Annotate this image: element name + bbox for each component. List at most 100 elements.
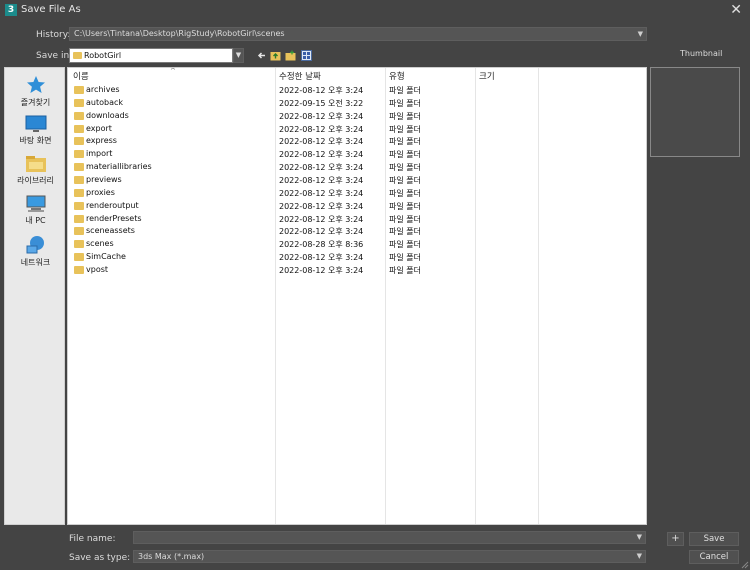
place-label: 내 PC xyxy=(25,216,46,225)
column-header-label: 이름 xyxy=(73,72,89,82)
table-row[interactable]: SimCache 2022-08-12 오후 3:24 파일 폴더 xyxy=(68,251,646,264)
folder-icon xyxy=(74,163,84,172)
file-date-cell: 2022-08-12 오후 3:24 xyxy=(279,188,364,198)
place-network[interactable]: 네트워크 xyxy=(5,235,66,268)
folder-icon xyxy=(74,98,84,107)
file-name-cell: sceneassets xyxy=(86,226,135,236)
back-arrow-icon[interactable] xyxy=(256,50,267,61)
table-row[interactable]: downloads 2022-08-12 오후 3:24 파일 폴더 xyxy=(68,110,646,123)
table-row[interactable]: autoback 2022-09-15 오전 3:22 파일 폴더 xyxy=(68,97,646,110)
chevron-down-icon: ▼ xyxy=(637,30,643,38)
place-favorites[interactable]: 즐겨찾기 xyxy=(5,75,66,108)
file-name-cell: SimCache xyxy=(86,252,126,262)
file-type-cell: 파일 폴더 xyxy=(389,98,421,108)
chevron-down-icon: ▼ xyxy=(636,533,642,541)
place-label: 바탕 화면 xyxy=(19,136,52,145)
file-type-cell: 파일 폴더 xyxy=(389,253,421,263)
file-type-cell: 파일 폴더 xyxy=(389,111,421,121)
file-name-cell: proxies xyxy=(86,187,115,197)
history-label: History: xyxy=(36,30,71,40)
file-date-cell: 2022-09-15 오전 3:22 xyxy=(279,98,364,108)
new-folder-icon[interactable] xyxy=(285,50,296,61)
up-folder-icon[interactable] xyxy=(270,50,281,61)
resize-grip-icon[interactable] xyxy=(741,561,749,569)
place-label: 네트워크 xyxy=(20,258,51,267)
file-type-cell: 파일 폴더 xyxy=(389,137,421,147)
save-as-type-label: Save as type: xyxy=(69,553,131,563)
file-date-cell: 2022-08-12 오후 3:24 xyxy=(279,163,364,173)
file-type-cell: 파일 폴더 xyxy=(389,188,421,198)
file-type-cell: 파일 폴더 xyxy=(389,214,421,224)
save-as-type-value: 3ds Max (*.max) xyxy=(138,552,205,561)
file-type-cell: 파일 폴더 xyxy=(389,201,421,211)
table-row[interactable]: vpost 2022-08-12 오후 3:24 파일 폴더 xyxy=(68,264,646,277)
star-icon xyxy=(26,76,45,93)
folder-icon xyxy=(74,227,84,236)
folder-icon xyxy=(74,137,84,146)
file-name-cell: export xyxy=(86,123,112,133)
table-row[interactable]: scenes 2022-08-28 오후 8:36 파일 폴더 xyxy=(68,238,646,251)
file-name-cell: scenes xyxy=(86,239,114,249)
table-row[interactable]: import 2022-08-12 오후 3:24 파일 폴더 xyxy=(68,148,646,161)
file-list: 이름 ^ 수정한 날짜 유형 크기 archives 2022-08-12 오후 … xyxy=(67,67,647,525)
file-type-cell: 파일 폴더 xyxy=(389,150,421,160)
file-name-cell: import xyxy=(86,149,113,159)
table-row[interactable]: renderoutput 2022-08-12 오후 3:24 파일 폴더 xyxy=(68,200,646,213)
table-row[interactable]: proxies 2022-08-12 오후 3:24 파일 폴더 xyxy=(68,187,646,200)
file-date-cell: 2022-08-12 오후 3:24 xyxy=(279,227,364,237)
plus-button[interactable]: + xyxy=(667,532,684,546)
file-date-cell: 2022-08-12 오후 3:24 xyxy=(279,86,364,95)
thumbnail-preview xyxy=(650,67,740,157)
folder-icon xyxy=(74,253,84,262)
folder-icon xyxy=(74,150,84,159)
history-value: C:\Users\Tintana\Desktop\RigStudy\RobotG… xyxy=(74,29,285,38)
file-type-cell: 파일 폴더 xyxy=(389,227,421,237)
table-row[interactable]: sceneassets 2022-08-12 오후 3:24 파일 폴더 xyxy=(68,225,646,238)
file-name-label: File name: xyxy=(69,534,116,544)
file-date-cell: 2022-08-12 오후 3:24 xyxy=(279,265,364,275)
save-button[interactable]: Save xyxy=(689,532,739,546)
folder-icon xyxy=(74,265,84,274)
place-desktop[interactable]: 바탕 화면 xyxy=(5,115,66,146)
table-row[interactable]: materiallibraries 2022-08-12 오후 3:24 파일 폴더 xyxy=(68,161,646,174)
table-row[interactable]: express 2022-08-12 오후 3:24 파일 폴더 xyxy=(68,135,646,148)
file-type-cell: 파일 폴더 xyxy=(389,86,421,95)
save-in-chevron-down-icon[interactable]: ▼ xyxy=(233,48,244,63)
file-date-cell: 2022-08-12 오후 3:24 xyxy=(279,137,364,147)
file-type-cell: 파일 폴더 xyxy=(389,124,421,134)
file-name-cell: renderPresets xyxy=(86,213,142,223)
file-name-cell: vpost xyxy=(86,264,109,274)
file-name-cell: previews xyxy=(86,174,122,184)
file-date-cell: 2022-08-12 오후 3:24 xyxy=(279,253,364,263)
folder-icon xyxy=(74,111,84,120)
cancel-button[interactable]: Cancel xyxy=(689,550,739,564)
folder-icon xyxy=(74,188,84,197)
file-name-input[interactable]: ▼ xyxy=(133,531,646,544)
file-date-cell: 2022-08-12 오후 3:24 xyxy=(279,214,364,224)
save-in-value: RobotGirl xyxy=(84,51,122,60)
file-date-cell: 2022-08-28 오후 8:36 xyxy=(279,240,364,250)
save-in-label: Save in: xyxy=(36,51,73,61)
table-row[interactable]: renderPresets 2022-08-12 오후 3:24 파일 폴더 xyxy=(68,213,646,226)
column-header-size[interactable]: 크기 xyxy=(479,70,495,82)
save-as-type-dropdown[interactable]: 3ds Max (*.max) ▼ xyxy=(133,550,646,563)
column-header-date[interactable]: 수정한 날짜 xyxy=(279,70,321,82)
save-in-dropdown[interactable]: RobotGirl xyxy=(69,48,233,63)
folder-icon xyxy=(74,124,84,133)
place-libraries[interactable]: 라이브러리 xyxy=(5,155,66,186)
library-icon xyxy=(25,156,46,172)
table-row[interactable]: archives 2022-08-12 오후 3:24 파일 폴더 xyxy=(68,84,646,97)
title-bar: 3 Save File As ✕ xyxy=(0,0,750,21)
table-row[interactable]: previews 2022-08-12 오후 3:24 파일 폴더 xyxy=(68,174,646,187)
column-header-type[interactable]: 유형 xyxy=(389,70,405,82)
place-this-pc[interactable]: 내 PC xyxy=(5,195,66,226)
view-menu-icon[interactable] xyxy=(301,50,312,61)
file-type-cell: 파일 폴더 xyxy=(389,175,421,185)
file-date-cell: 2022-08-12 오후 3:24 xyxy=(279,124,364,134)
app-logo-icon: 3 xyxy=(5,4,17,16)
column-header-name[interactable]: 이름 xyxy=(73,70,89,82)
close-icon[interactable]: ✕ xyxy=(730,2,742,18)
table-row[interactable]: export 2022-08-12 오후 3:24 파일 폴더 xyxy=(68,123,646,136)
desktop-icon xyxy=(25,115,46,132)
history-dropdown[interactable]: C:\Users\Tintana\Desktop\RigStudy\RobotG… xyxy=(69,27,647,41)
